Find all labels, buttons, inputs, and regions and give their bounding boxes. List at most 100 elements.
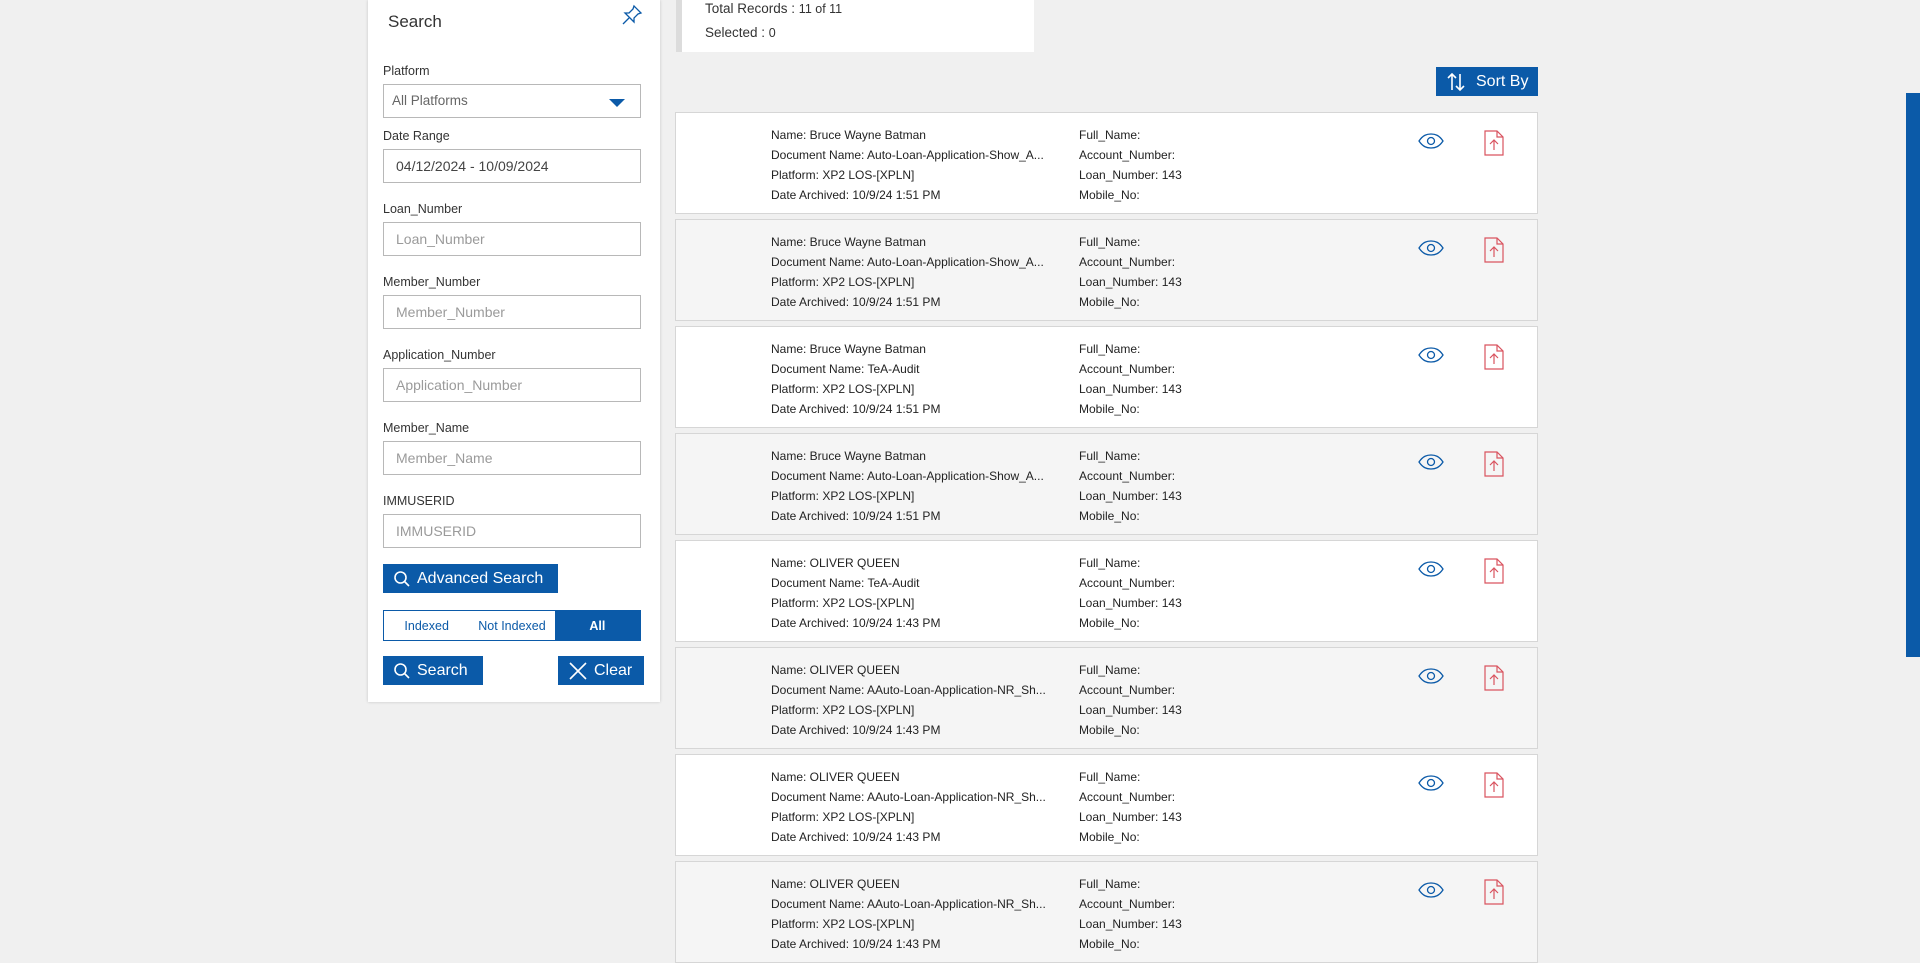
filter-not-indexed[interactable]: Not Indexed xyxy=(469,611,554,640)
record-full-name: Full_Name: xyxy=(1079,556,1141,570)
clear-button[interactable]: Clear xyxy=(558,656,644,685)
total-records-value: 11 of 11 xyxy=(798,2,843,16)
application-number-label: Application_Number xyxy=(383,348,496,362)
record-mobile-no: Mobile_No: xyxy=(1079,402,1140,416)
record-account-number: Account_Number: xyxy=(1079,148,1176,162)
record-primary-details: Name: Bruce Wayne Batman Document Name: A… xyxy=(771,125,1051,205)
search-button[interactable]: Search xyxy=(383,656,483,685)
record-account-number: Account_Number: xyxy=(1079,683,1176,697)
selected-count: Selected : 0 xyxy=(705,25,776,40)
record-name: Name: OLIVER QUEEN xyxy=(771,663,900,677)
platform-select[interactable]: All Platforms xyxy=(383,84,641,118)
application-number-input[interactable] xyxy=(383,368,641,402)
pdf-file-icon[interactable] xyxy=(1484,665,1504,696)
eye-icon[interactable] xyxy=(1418,133,1444,154)
record-document-name: Document Name: Auto-Loan-Application-Sho… xyxy=(771,255,1044,269)
record-index-fields: Full_Name: Account_Number: Loan_Number: 14… xyxy=(1079,767,1279,847)
pdf-file-icon[interactable] xyxy=(1484,451,1504,482)
record-name: Name: OLIVER QUEEN xyxy=(771,556,900,570)
record-card[interactable]: Name: Bruce Wayne Batman Document Name: A… xyxy=(675,112,1538,214)
record-name: Name: Bruce Wayne Batman xyxy=(771,342,926,356)
record-date-archived: Date Archived: 10/9/24 1:43 PM xyxy=(771,830,941,844)
record-full-name: Full_Name: xyxy=(1079,128,1141,142)
advanced-search-label: Advanced Search xyxy=(417,569,544,587)
record-loan-number: Loan_Number: 143 xyxy=(1079,917,1182,931)
record-loan-number: Loan_Number: 143 xyxy=(1079,168,1182,182)
sort-by-button[interactable]: Sort By xyxy=(1436,67,1538,96)
record-card[interactable]: Name: Bruce Wayne Batman Document Name: T… xyxy=(675,326,1538,428)
record-document-name: Document Name: AAuto-Loan-Application-NR… xyxy=(771,790,1046,804)
record-index-fields: Full_Name: Account_Number: Loan_Number: 14… xyxy=(1079,660,1279,740)
pdf-file-icon[interactable] xyxy=(1484,237,1504,268)
record-card[interactable]: Name: OLIVER QUEEN Document Name: AAuto-L… xyxy=(675,861,1538,963)
record-loan-number: Loan_Number: 143 xyxy=(1079,382,1182,396)
record-account-number: Account_Number: xyxy=(1079,576,1176,590)
filter-indexed[interactable]: Indexed xyxy=(384,611,469,640)
record-platform: Platform: XP2 LOS-[XPLN] xyxy=(771,489,915,503)
record-index-fields: Full_Name: Account_Number: Loan_Number: 14… xyxy=(1079,874,1279,954)
eye-icon[interactable] xyxy=(1418,561,1444,582)
record-account-number: Account_Number: xyxy=(1079,790,1176,804)
pin-icon[interactable] xyxy=(620,3,644,27)
record-primary-details: Name: OLIVER QUEEN Document Name: AAuto-L… xyxy=(771,660,1051,740)
scrollbar[interactable] xyxy=(1906,93,1920,657)
record-card[interactable]: Name: Bruce Wayne Batman Document Name: A… xyxy=(675,433,1538,535)
record-account-number: Account_Number: xyxy=(1079,469,1176,483)
selected-value: 0 xyxy=(768,26,776,40)
record-full-name: Full_Name: xyxy=(1079,342,1141,356)
immuserid-input[interactable] xyxy=(383,514,641,548)
pdf-file-icon[interactable] xyxy=(1484,130,1504,161)
record-account-number: Account_Number: xyxy=(1079,897,1176,911)
eye-icon[interactable] xyxy=(1418,240,1444,261)
member-name-label: Member_Name xyxy=(383,421,470,435)
record-document-name: Document Name: TeA-Audit xyxy=(771,362,920,376)
record-index-fields: Full_Name: Account_Number: Loan_Number: 14… xyxy=(1079,446,1279,526)
eye-icon[interactable] xyxy=(1418,454,1444,475)
pdf-file-icon[interactable] xyxy=(1484,344,1504,375)
record-loan-number: Loan_Number: 143 xyxy=(1079,596,1182,610)
record-document-name: Document Name: AAuto-Loan-Application-NR… xyxy=(771,683,1046,697)
record-date-archived: Date Archived: 10/9/24 1:43 PM xyxy=(771,616,941,630)
record-account-number: Account_Number: xyxy=(1079,362,1176,376)
record-date-archived: Date Archived: 10/9/24 1:51 PM xyxy=(771,188,941,202)
pdf-file-icon[interactable] xyxy=(1484,879,1504,910)
member-name-input[interactable] xyxy=(383,441,641,475)
advanced-search-button[interactable]: Advanced Search xyxy=(383,564,558,593)
total-records-label: Total Records : xyxy=(705,1,799,16)
record-primary-details: Name: Bruce Wayne Batman Document Name: T… xyxy=(771,339,1051,419)
record-document-name: Document Name: Auto-Loan-Application-Sho… xyxy=(771,469,1044,483)
record-name: Name: Bruce Wayne Batman xyxy=(771,128,926,142)
record-full-name: Full_Name: xyxy=(1079,877,1141,891)
record-mobile-no: Mobile_No: xyxy=(1079,830,1140,844)
record-name: Name: Bruce Wayne Batman xyxy=(771,235,926,249)
record-full-name: Full_Name: xyxy=(1079,235,1141,249)
total-records: Total Records : 11 of 11 xyxy=(705,1,842,16)
filter-all[interactable]: All xyxy=(554,611,640,640)
record-date-archived: Date Archived: 10/9/24 1:51 PM xyxy=(771,295,941,309)
record-index-fields: Full_Name: Account_Number: Loan_Number: 14… xyxy=(1079,339,1279,419)
clear-button-label: Clear xyxy=(594,661,633,679)
eye-icon[interactable] xyxy=(1418,775,1444,796)
record-loan-number: Loan_Number: 143 xyxy=(1079,703,1182,717)
record-card[interactable]: Name: OLIVER QUEEN Document Name: TeA-Aud… xyxy=(675,540,1538,642)
pdf-file-icon[interactable] xyxy=(1484,558,1504,589)
record-mobile-no: Mobile_No: xyxy=(1079,188,1140,202)
date-range-input[interactable] xyxy=(383,149,641,183)
record-platform: Platform: XP2 LOS-[XPLN] xyxy=(771,168,915,182)
selected-label: Selected : xyxy=(705,25,769,40)
loan-number-input[interactable] xyxy=(383,222,641,256)
record-date-archived: Date Archived: 10/9/24 1:43 PM xyxy=(771,723,941,737)
member-number-input[interactable] xyxy=(383,295,641,329)
immuserid-label: IMMUSERID xyxy=(383,494,455,508)
records-summary: Total Records : 11 of 11 Selected : 0 xyxy=(676,0,1034,52)
pdf-file-icon[interactable] xyxy=(1484,772,1504,803)
record-card[interactable]: Name: OLIVER QUEEN Document Name: AAuto-L… xyxy=(675,754,1538,856)
close-icon xyxy=(568,661,588,681)
record-platform: Platform: XP2 LOS-[XPLN] xyxy=(771,810,915,824)
eye-icon[interactable] xyxy=(1418,882,1444,903)
platform-selected-value: All Platforms xyxy=(392,93,468,108)
record-card[interactable]: Name: Bruce Wayne Batman Document Name: A… xyxy=(675,219,1538,321)
eye-icon[interactable] xyxy=(1418,347,1444,368)
record-card[interactable]: Name: OLIVER QUEEN Document Name: AAuto-L… xyxy=(675,647,1538,749)
eye-icon[interactable] xyxy=(1418,668,1444,689)
